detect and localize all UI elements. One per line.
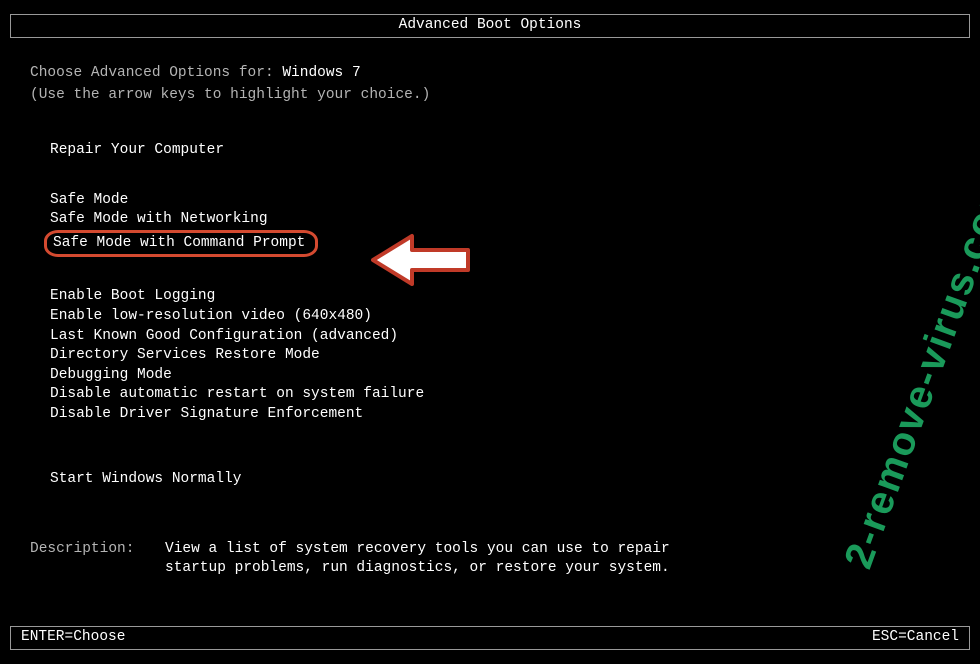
description-text: View a list of system recovery tools you… bbox=[165, 540, 725, 579]
option-safe-mode-command-prompt[interactable]: Safe Mode with Command Prompt bbox=[44, 230, 318, 258]
page-title: Advanced Boot Options bbox=[399, 16, 582, 36]
title-bar: Advanced Boot Options bbox=[10, 14, 970, 38]
option-repair-your-computer[interactable]: Repair Your Computer bbox=[50, 141, 950, 161]
advanced-section: Enable Boot Logging Enable low-resolutio… bbox=[30, 287, 950, 424]
start-normal-section: Start Windows Normally bbox=[30, 470, 950, 490]
option-disable-driver-sig[interactable]: Disable Driver Signature Enforcement bbox=[50, 405, 950, 425]
option-enable-boot-logging[interactable]: Enable Boot Logging bbox=[50, 287, 950, 307]
boot-options-screen: Advanced Boot Options Choose Advanced Op… bbox=[0, 14, 980, 664]
intro-os: Windows 7 bbox=[282, 65, 360, 81]
option-low-res-video[interactable]: Enable low-resolution video (640x480) bbox=[50, 307, 950, 327]
footer-esc: ESC=Cancel bbox=[872, 628, 959, 648]
hint-line: (Use the arrow keys to highlight your ch… bbox=[30, 86, 950, 106]
footer-enter: ENTER=Choose bbox=[21, 628, 125, 648]
description-block: Description: View a list of system recov… bbox=[30, 540, 950, 579]
repair-section: Repair Your Computer bbox=[30, 141, 950, 161]
option-start-windows-normally[interactable]: Start Windows Normally bbox=[50, 470, 950, 490]
option-disable-auto-restart[interactable]: Disable automatic restart on system fail… bbox=[50, 385, 950, 405]
intro-prefix: Choose Advanced Options for: bbox=[30, 65, 282, 81]
option-safe-mode-networking[interactable]: Safe Mode with Networking bbox=[50, 210, 950, 230]
content-area: Choose Advanced Options for: Windows 7 (… bbox=[0, 38, 980, 579]
option-safe-mode[interactable]: Safe Mode bbox=[50, 191, 950, 211]
intro-line: Choose Advanced Options for: Windows 7 bbox=[30, 64, 950, 84]
description-label: Description: bbox=[30, 540, 165, 579]
option-ds-restore-mode[interactable]: Directory Services Restore Mode bbox=[50, 346, 950, 366]
footer-bar: ENTER=Choose ESC=Cancel bbox=[10, 626, 970, 650]
option-debugging-mode[interactable]: Debugging Mode bbox=[50, 366, 950, 386]
safe-mode-section: Safe Mode Safe Mode with Networking Safe… bbox=[30, 191, 950, 258]
option-last-known-good[interactable]: Last Known Good Configuration (advanced) bbox=[50, 327, 950, 347]
